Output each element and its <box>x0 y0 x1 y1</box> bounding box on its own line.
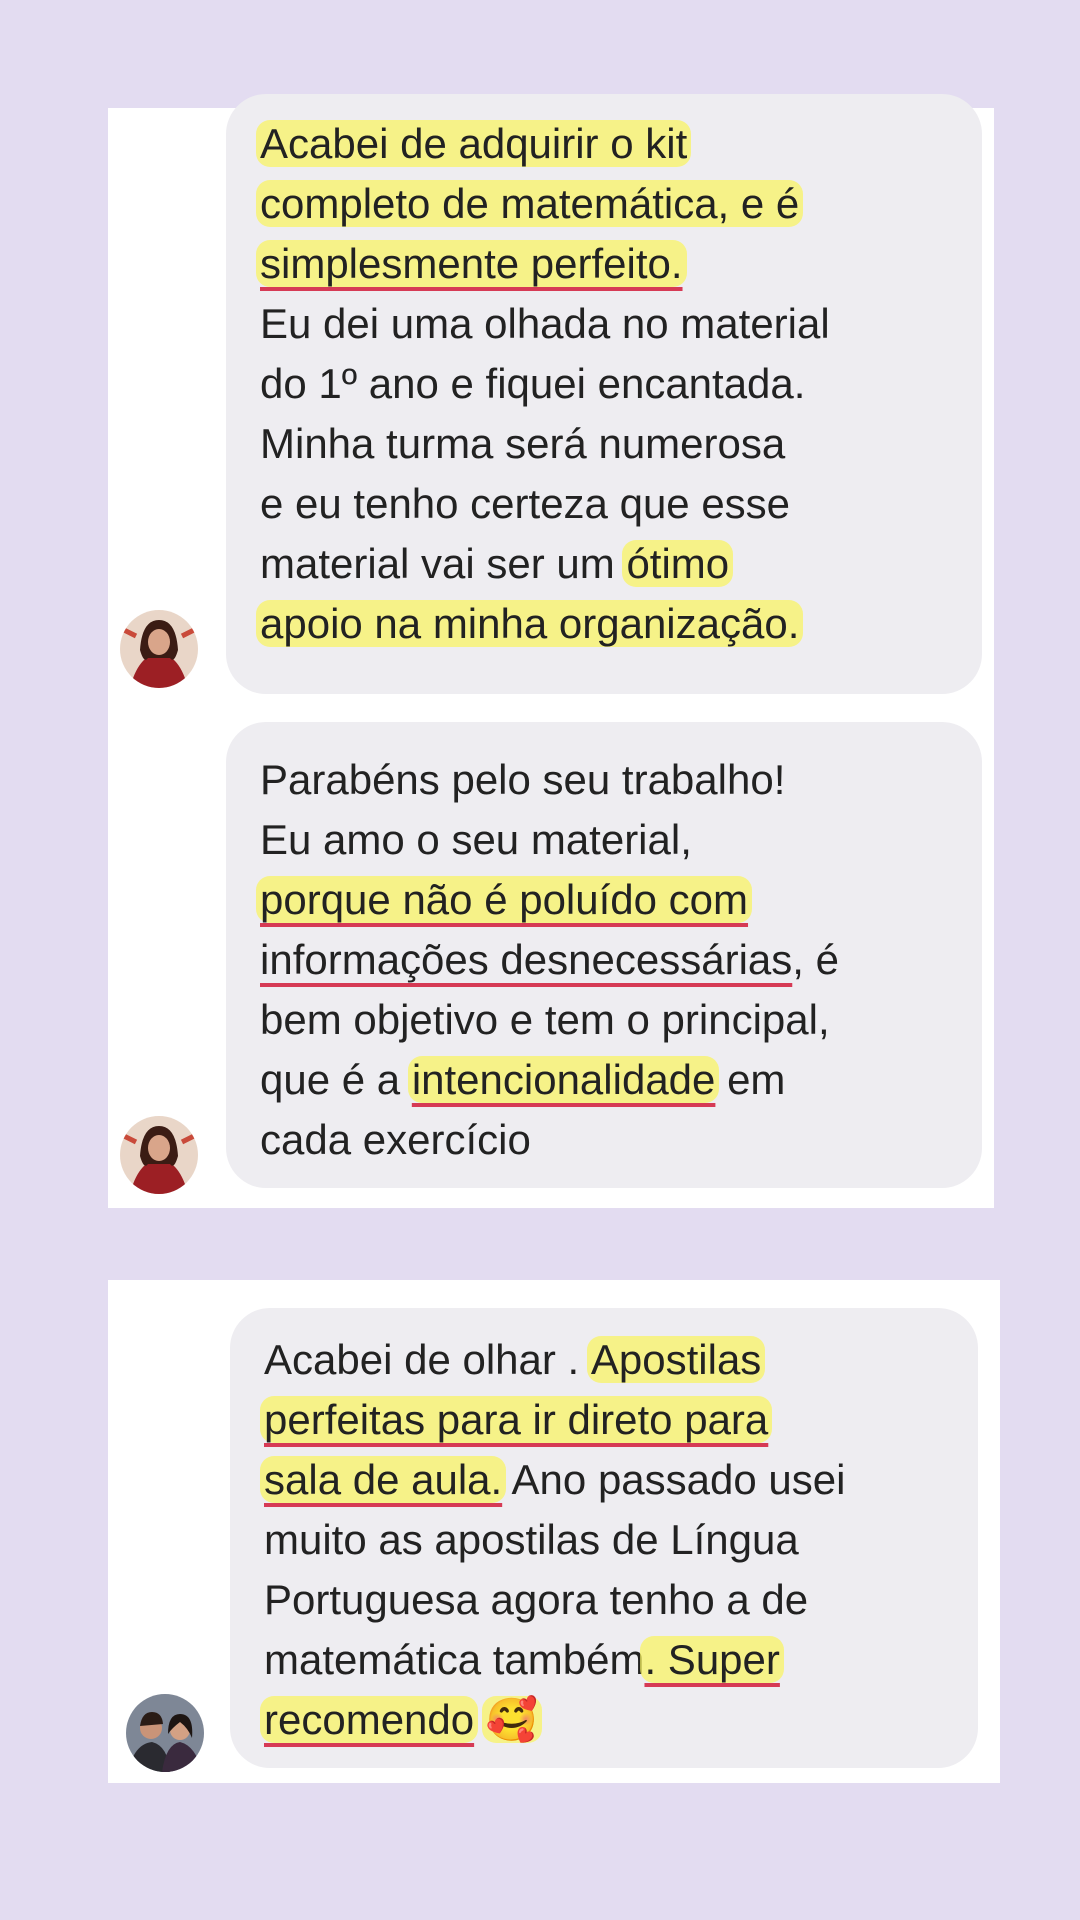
comment-line: que é a intencionalidade em <box>260 1056 786 1103</box>
avatar-woman-red-icon[interactable] <box>120 610 198 688</box>
comment-line: sala de aula. Ano passado usei <box>260 1450 845 1510</box>
comment-line: Minha turma será numerosa <box>260 420 786 467</box>
comment-line: matemática também. Super <box>264 1630 845 1690</box>
comment-line: Eu dei uma olhada no material <box>260 300 830 347</box>
comment-text-3: Acabei de olhar . Apostilas perfeitas pa… <box>260 1330 845 1750</box>
comment-line: recomendo 🥰 <box>260 1690 845 1750</box>
comment-line: Eu amo o seu material, <box>260 816 692 863</box>
comment-line: do 1º ano e fiquei encantada. <box>260 360 806 407</box>
comment-line: porque não é poluído com <box>256 870 839 930</box>
comment-line: cada exercício <box>260 1116 531 1163</box>
comment-line: e eu tenho certeza que esse <box>260 480 791 527</box>
comment-bubble-1: Acabei de adquirir o kit completo de mat… <box>226 94 982 694</box>
comment-line: Acabei de adquirir o kit <box>256 114 830 174</box>
comment-bubble-3: Acabei de olhar . Apostilas perfeitas pa… <box>230 1308 978 1768</box>
avatar-couple-icon[interactable] <box>126 1694 204 1772</box>
comment-line: completo de matemática, e é <box>256 174 830 234</box>
avatar-woman-red-icon[interactable] <box>120 1116 198 1194</box>
comment-line: Parabéns pelo seu trabalho! <box>260 756 786 803</box>
comment-line: Acabei de olhar . Apostilas <box>264 1330 845 1390</box>
comment-line: Portuguesa agora tenho a de <box>264 1576 809 1623</box>
comment-bubble-2: Parabéns pelo seu trabalho! Eu amo o seu… <box>226 722 982 1188</box>
comment-line: informações desnecessárias, é <box>260 936 839 983</box>
comment-line: perfeitas para ir direto para <box>260 1390 845 1450</box>
comment-line: material vai ser um ótimo <box>260 534 830 594</box>
comment-text-2: Parabéns pelo seu trabalho! Eu amo o seu… <box>256 750 839 1170</box>
comment-line: bem objetivo e tem o principal, <box>260 996 830 1043</box>
testimonial-card-2: Acabei de olhar . Apostilas perfeitas pa… <box>108 1280 1000 1783</box>
comment-text-1: Acabei de adquirir o kit completo de mat… <box>256 114 830 654</box>
smiling-face-hearts-emoji: 🥰 <box>481 1696 543 1743</box>
comment-line: apoio na minha organização. <box>256 594 830 654</box>
comment-line: simplesmente perfeito. <box>256 234 830 294</box>
comment-line: muito as apostilas de Língua <box>264 1516 799 1563</box>
testimonial-card-1: Acabei de adquirir o kit completo de mat… <box>108 94 994 1208</box>
